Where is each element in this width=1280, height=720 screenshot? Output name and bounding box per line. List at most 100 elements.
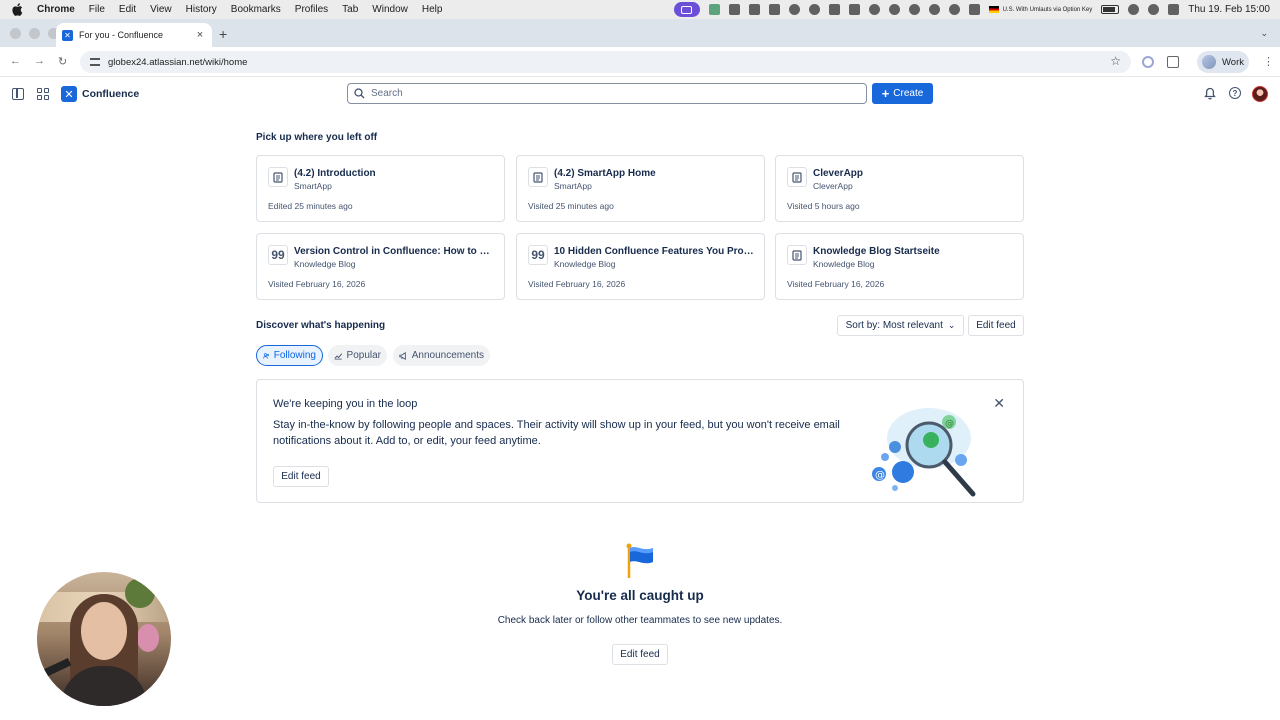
empty-state-edit-feed-button[interactable]: Edit feed <box>612 644 668 665</box>
airdrop-icon[interactable] <box>928 4 940 15</box>
create-label: Create <box>893 88 924 99</box>
close-tab-icon[interactable]: × <box>194 29 206 41</box>
card-title: CleverApp <box>813 168 864 179</box>
menu-view[interactable]: View <box>150 4 172 15</box>
card-title: (4.2) SmartApp Home <box>554 168 656 179</box>
menu-edit[interactable]: Edit <box>119 4 136 15</box>
notifications-bell-icon[interactable] <box>1204 87 1216 100</box>
recent-card[interactable]: 99 Version Control in Confluence: How to… <box>256 233 505 300</box>
menu-app-name[interactable]: Chrome <box>37 4 75 15</box>
magnifier-illustration-icon: @ @ <box>872 408 976 497</box>
filter-following[interactable]: Following <box>256 345 323 366</box>
window-controls <box>10 28 59 39</box>
card-space: SmartApp <box>554 181 592 191</box>
edit-feed-button[interactable]: Edit feed <box>968 315 1024 336</box>
sort-dropdown[interactable]: Sort by: Most relevant ⌄ <box>837 315 964 336</box>
tray-app-icon[interactable] <box>828 4 840 15</box>
card-title: Version Control in Confluence: How to M.… <box>294 246 494 257</box>
help-icon[interactable]: ? <box>1229 87 1241 99</box>
extension-icon[interactable] <box>1142 56 1154 68</box>
profile-label: Work <box>1222 56 1244 68</box>
battery-icon[interactable] <box>1101 5 1120 14</box>
spotlight-search-icon[interactable] <box>1148 4 1160 15</box>
tray-app-icon[interactable] <box>748 4 760 15</box>
browser-toolbar: ← → ↻ globex24.atlassian.net/wiki/home ☆… <box>0 47 1280 77</box>
site-info-icon[interactable] <box>90 58 100 66</box>
flag-icon <box>626 543 653 578</box>
banner-edit-feed-button[interactable]: Edit feed <box>273 466 329 487</box>
filter-label: Popular <box>346 350 381 361</box>
search-box[interactable] <box>347 83 867 104</box>
tray-app-icon[interactable] <box>808 4 820 15</box>
webcam-overlay <box>37 572 171 706</box>
filter-popular[interactable]: Popular <box>328 345 387 366</box>
card-meta: Visited 5 hours ago <box>787 201 860 211</box>
tray-app-icon[interactable] <box>848 4 860 15</box>
new-tab-button[interactable]: + <box>219 26 227 42</box>
filter-announcements[interactable]: Announcements <box>393 345 490 366</box>
quote-icon: 99 <box>268 245 288 265</box>
reload-icon[interactable]: ↻ <box>58 55 67 68</box>
recent-card[interactable]: (4.2) SmartApp Home SmartApp Visited 25 … <box>516 155 765 222</box>
edit-feed-label: Edit feed <box>620 649 660 660</box>
sidebar-toggle-icon[interactable] <box>12 88 24 100</box>
play-icon[interactable] <box>888 4 900 15</box>
screen-recorder-icon[interactable] <box>673 2 700 17</box>
tray-app-icon[interactable] <box>728 4 740 15</box>
url-text[interactable]: globex24.atlassian.net/wiki/home <box>108 57 247 68</box>
tray-app-icon[interactable] <box>708 4 720 15</box>
menu-profiles[interactable]: Profiles <box>295 4 328 15</box>
confluence-logo[interactable]: ✕ Confluence <box>61 86 139 102</box>
svg-text:@: @ <box>945 419 954 429</box>
close-window-button[interactable] <box>10 28 21 39</box>
menu-tab[interactable]: Tab <box>342 4 358 15</box>
bluetooth-icon[interactable] <box>968 4 980 15</box>
card-title: 10 Hidden Confluence Features You Prob..… <box>554 246 754 257</box>
menu-file[interactable]: File <box>89 4 105 15</box>
recent-card[interactable]: CleverApp CleverApp Visited 5 hours ago <box>775 155 1024 222</box>
user-avatar[interactable] <box>1252 86 1268 102</box>
menu-bookmarks[interactable]: Bookmarks <box>231 4 281 15</box>
trending-up-icon <box>334 352 343 359</box>
address-bar[interactable]: globex24.atlassian.net/wiki/home ☆ <box>80 51 1131 73</box>
tray-app-icon[interactable] <box>788 4 800 15</box>
status-tray: U.S. With Umlauts via Option Key Thu 19.… <box>673 0 1270 19</box>
bookmark-star-icon[interactable]: ☆ <box>1110 54 1121 68</box>
tray-app-icon[interactable] <box>908 4 920 15</box>
tab-search-chevron-icon[interactable]: ⌄ <box>1260 28 1268 39</box>
control-center-icon[interactable] <box>1168 4 1180 15</box>
recent-card[interactable]: Knowledge Blog Startseite Knowledge Blog… <box>775 233 1024 300</box>
close-icon[interactable]: ✕ <box>993 395 1005 412</box>
card-space: SmartApp <box>294 181 332 191</box>
apple-logo-icon[interactable] <box>12 3 25 16</box>
app-switcher-icon[interactable] <box>37 88 49 100</box>
microphone-icon <box>40 658 72 678</box>
tray-app-icon[interactable] <box>768 4 780 15</box>
recent-card[interactable]: 99 10 Hidden Confluence Features You Pro… <box>516 233 765 300</box>
confluence-favicon-icon: ✕ <box>62 29 73 41</box>
chevron-down-icon: ⌄ <box>947 320 956 330</box>
menu-window[interactable]: Window <box>372 4 408 15</box>
minimize-window-button[interactable] <box>29 28 40 39</box>
search-input[interactable] <box>371 88 851 99</box>
card-meta: Edited 25 minutes ago <box>268 201 353 211</box>
back-arrow-icon[interactable]: ← <box>10 55 21 67</box>
menu-help[interactable]: Help <box>422 4 443 15</box>
time-machine-icon[interactable] <box>948 4 960 15</box>
keyboard-layout-indicator[interactable]: U.S. With Umlauts via Option Key <box>988 6 1092 13</box>
forward-arrow-icon[interactable]: → <box>34 55 45 67</box>
menu-history[interactable]: History <box>186 4 217 15</box>
card-space: Knowledge Blog <box>554 259 616 269</box>
wifi-icon[interactable] <box>1128 4 1140 15</box>
extensions-puzzle-icon[interactable] <box>1167 56 1179 68</box>
create-button[interactable]: + Create <box>872 83 933 104</box>
tray-app-icon[interactable] <box>868 4 880 15</box>
banner-title: We're keeping you in the loop <box>273 398 418 410</box>
filter-label: Announcements <box>411 350 484 361</box>
people-icon <box>263 352 270 358</box>
browser-menu-icon[interactable]: ⋮ <box>1263 55 1274 68</box>
browser-tab-active[interactable]: ✕ For you - Confluence × <box>56 23 212 47</box>
menu-clock[interactable]: Thu 19. Feb 15:00 <box>1188 4 1270 15</box>
recent-card[interactable]: (4.2) Introduction SmartApp Edited 25 mi… <box>256 155 505 222</box>
profile-button[interactable]: Work <box>1197 51 1249 73</box>
